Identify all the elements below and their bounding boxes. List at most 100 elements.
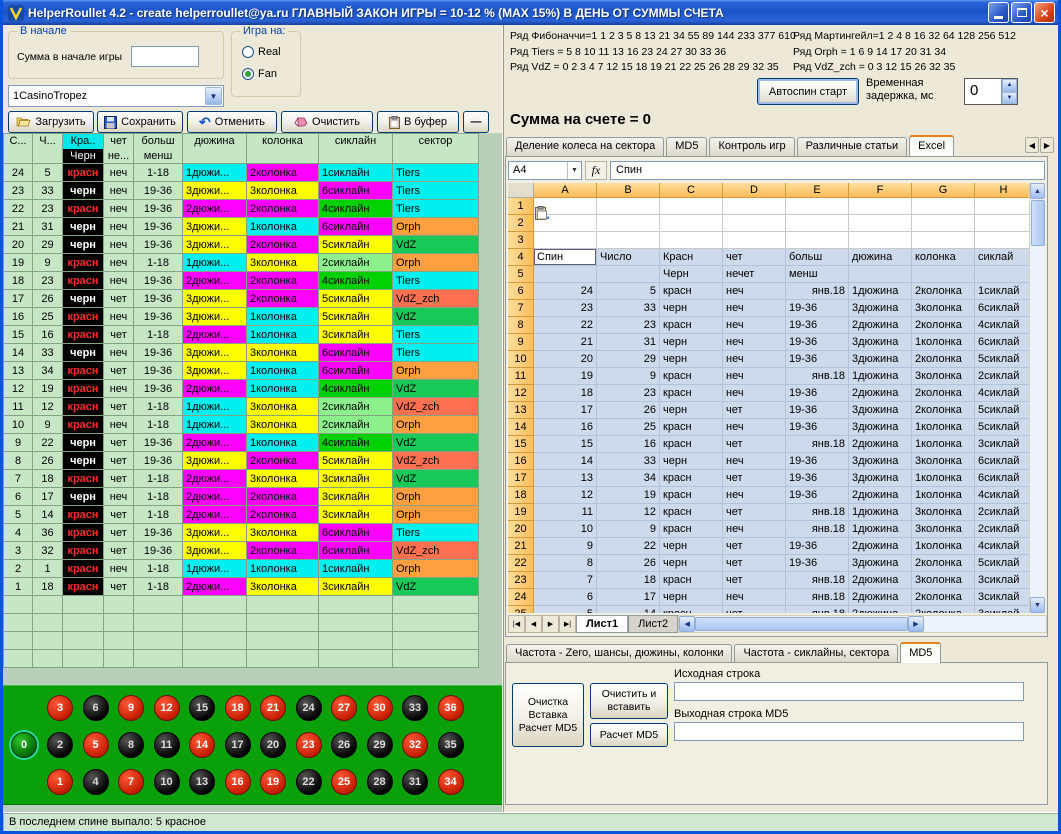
excel-cell-A14[interactable]: 16	[534, 419, 597, 436]
board-number-3[interactable]: 3	[47, 695, 73, 721]
excel-row-header-14[interactable]: 14	[508, 419, 534, 436]
excel-cell-D10[interactable]: неч	[723, 351, 786, 368]
excel-cell-E2[interactable]	[786, 215, 849, 232]
output-string-input[interactable]	[674, 722, 1024, 741]
board-number-19[interactable]: 19	[260, 769, 286, 795]
excel-cell-C22[interactable]: черн	[660, 555, 723, 572]
delay-value[interactable]: 0	[965, 79, 1001, 104]
excel-cell-B13[interactable]: 26	[597, 402, 660, 419]
excel-row-header-15[interactable]: 15	[508, 436, 534, 453]
excel-cell-E25[interactable]: янв.18	[786, 606, 849, 613]
excel-cell-B21[interactable]: 22	[597, 538, 660, 555]
excel-row-header-8[interactable]: 8	[508, 317, 534, 334]
excel-cell-E24[interactable]: янв.18	[786, 589, 849, 606]
excel-cell-H23[interactable]: 3сиклай	[975, 572, 1031, 589]
insert-function-button[interactable]: fx	[585, 161, 607, 180]
board-number-6[interactable]: 6	[83, 695, 109, 721]
excel-cell-C10[interactable]: черн	[660, 351, 723, 368]
excel-cell-F4[interactable]: дюжина	[849, 249, 912, 266]
excel-cell-F23[interactable]: 2дюжина	[849, 572, 912, 589]
calc-md5-button[interactable]: Расчет MD5	[590, 723, 668, 747]
maximize-button[interactable]	[1011, 2, 1032, 23]
excel-cell-H8[interactable]: 4сиклай	[975, 317, 1031, 334]
excel-cell-G11[interactable]: 3колонка	[912, 368, 975, 385]
excel-cell-E10[interactable]: 19-36	[786, 351, 849, 368]
excel-cell-H10[interactable]: 5сиклай	[975, 351, 1031, 368]
tab-scroll-left-icon[interactable]: ◀	[1025, 137, 1039, 153]
excel-cell-H14[interactable]: 5сиклай	[975, 419, 1031, 436]
board-number-18[interactable]: 18	[225, 695, 251, 721]
board-number-9[interactable]: 9	[118, 695, 144, 721]
excel-cell-G14[interactable]: 1колонка	[912, 419, 975, 436]
excel-row-header-24[interactable]: 24	[508, 589, 534, 606]
excel-cell-G24[interactable]: 2колонка	[912, 589, 975, 606]
radio-real[interactable]: Real	[242, 46, 281, 58]
excel-cell-F13[interactable]: 3дюжина	[849, 402, 912, 419]
excel-row-header-10[interactable]: 10	[508, 351, 534, 368]
excel-cell-H1[interactable]	[975, 198, 1031, 215]
excel-col-header-F[interactable]: F	[849, 183, 912, 198]
excel-col-header-H[interactable]: H	[975, 183, 1031, 198]
board-number-10[interactable]: 10	[154, 769, 180, 795]
excel-cell-G12[interactable]: 2колонка	[912, 385, 975, 402]
excel-cell-A18[interactable]: 12	[534, 487, 597, 504]
save-button[interactable]: Сохранить	[97, 111, 183, 133]
excel-cell-D22[interactable]: чет	[723, 555, 786, 572]
excel-cell-F17[interactable]: 3дюжина	[849, 470, 912, 487]
excel-cell-G3[interactable]	[912, 232, 975, 249]
scroll-left-icon[interactable]: ◀	[679, 616, 695, 632]
source-string-input[interactable]	[674, 682, 1024, 701]
excel-row-header-4[interactable]: 4	[508, 249, 534, 266]
load-button[interactable]: Загрузить	[8, 111, 94, 133]
tab-excel[interactable]: Excel	[909, 135, 954, 156]
excel-cell-B8[interactable]: 23	[597, 317, 660, 334]
excel-cell-G16[interactable]: 3колонка	[912, 453, 975, 470]
excel-cell-E15[interactable]: янв.18	[786, 436, 849, 453]
excel-row-header-20[interactable]: 20	[508, 521, 534, 538]
excel-cell-G5[interactable]	[912, 266, 975, 283]
excel-col-header-A[interactable]: A	[534, 183, 597, 198]
excel-cell-A5[interactable]	[534, 266, 597, 283]
excel-cell-D8[interactable]: неч	[723, 317, 786, 334]
excel-row-header-22[interactable]: 22	[508, 555, 534, 572]
excel-cell-G25[interactable]: 2колонка	[912, 606, 975, 613]
board-number-7[interactable]: 7	[118, 769, 144, 795]
excel-row-header-23[interactable]: 23	[508, 572, 534, 589]
sheet-tab-list1[interactable]: Лист1	[576, 615, 628, 633]
excel-cell-H19[interactable]: 2сиклай	[975, 504, 1031, 521]
board-number-15[interactable]: 15	[189, 695, 215, 721]
excel-cell-E3[interactable]	[786, 232, 849, 249]
excel-cell-E4[interactable]: больш	[786, 249, 849, 266]
excel-cell-E17[interactable]: 19-36	[786, 470, 849, 487]
excel-cell-D21[interactable]: чет	[723, 538, 786, 555]
excel-select-all[interactable]	[508, 183, 534, 198]
board-number-27[interactable]: 27	[331, 695, 357, 721]
board-number-0[interactable]: 0	[11, 732, 37, 758]
excel-cell-C17[interactable]: красн	[660, 470, 723, 487]
excel-cell-D16[interactable]: неч	[723, 453, 786, 470]
excel-cell-G8[interactable]: 2колонка	[912, 317, 975, 334]
board-number-4[interactable]: 4	[83, 769, 109, 795]
excel-cell-E1[interactable]	[786, 198, 849, 215]
sheet-nav-next-icon[interactable]: ▶	[542, 615, 559, 633]
excel-cell-C7[interactable]: черн	[660, 300, 723, 317]
excel-cell-F14[interactable]: 3дюжина	[849, 419, 912, 436]
excel-cell-G20[interactable]: 3колонка	[912, 521, 975, 538]
excel-cell-A10[interactable]: 20	[534, 351, 597, 368]
excel-cell-B12[interactable]: 23	[597, 385, 660, 402]
excel-cell-D6[interactable]: неч	[723, 283, 786, 300]
excel-cell-D5[interactable]: нечет	[723, 266, 786, 283]
excel-cell-A15[interactable]: 15	[534, 436, 597, 453]
excel-cell-B4[interactable]: Число	[597, 249, 660, 266]
board-number-31[interactable]: 31	[402, 769, 428, 795]
excel-cell-D9[interactable]: неч	[723, 334, 786, 351]
excel-cell-E6[interactable]: янв.18	[786, 283, 849, 300]
board-number-1[interactable]: 1	[47, 769, 73, 795]
board-number-5[interactable]: 5	[83, 732, 109, 758]
excel-cell-C25[interactable]: красн	[660, 606, 723, 613]
tab-articles[interactable]: Различные статьи	[797, 137, 908, 156]
board-number-26[interactable]: 26	[331, 732, 357, 758]
excel-cell-E21[interactable]: 19-36	[786, 538, 849, 555]
excel-cell-E14[interactable]: 19-36	[786, 419, 849, 436]
excel-cell-E16[interactable]: 19-36	[786, 453, 849, 470]
